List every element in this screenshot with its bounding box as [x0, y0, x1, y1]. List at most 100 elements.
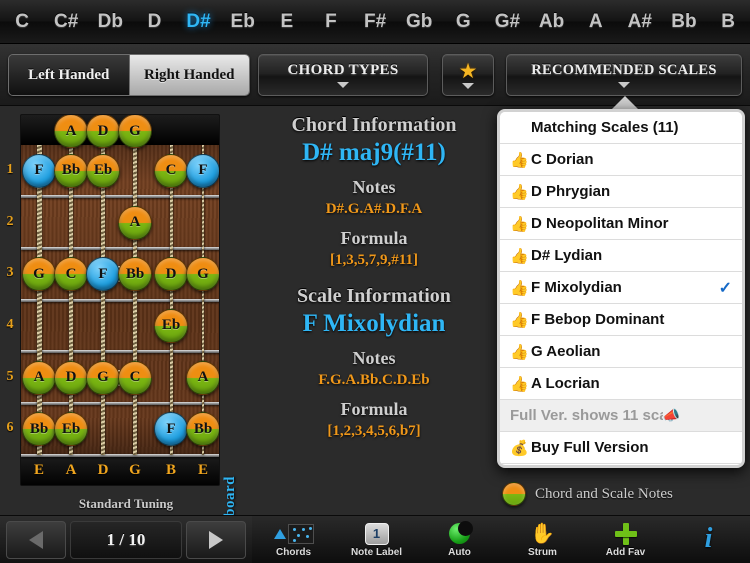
note-button-Bb[interactable]: Bb: [662, 0, 706, 44]
fret-note-marker[interactable]: Eb: [154, 308, 188, 343]
thumbs-up-icon: 👍: [510, 311, 529, 329]
scale-list-item[interactable]: 👍 G Aeolian: [500, 336, 742, 368]
fret-note-marker[interactable]: Bb: [22, 412, 56, 447]
fret-note-marker[interactable]: Eb: [86, 153, 120, 188]
note-selector-bar: C C# Db D D# Eb E F F# Gb G G# Ab A A# Bb B: [0, 0, 750, 44]
tab-label: Strum: [528, 546, 557, 558]
tab-note-label[interactable]: 1 Note Label: [335, 516, 418, 563]
right-handed-option[interactable]: Right Handed: [128, 55, 249, 95]
tab-chords[interactable]: Chords: [252, 516, 335, 563]
fret-note-marker[interactable]: Bb: [186, 412, 219, 447]
money-bag-icon: 💰: [510, 439, 529, 457]
fret-note-marker[interactable]: A: [118, 205, 152, 240]
thumbs-up-icon: 👍: [510, 183, 529, 201]
legend-label: Chord and Scale Notes: [535, 485, 673, 502]
note-button-B[interactable]: B: [706, 0, 750, 44]
chord-formula-label: Formula: [340, 228, 408, 248]
string-label: D: [97, 462, 109, 478]
string-label: A: [65, 462, 77, 478]
fret-note-marker[interactable]: D: [54, 360, 88, 395]
fret-note-marker[interactable]: F: [186, 153, 219, 188]
fret-note-marker[interactable]: C: [118, 360, 152, 395]
buy-full-version-label: Buy Full Version: [531, 439, 649, 456]
note-button-Asharp[interactable]: A#: [618, 0, 662, 44]
fret-note-marker[interactable]: A: [54, 115, 88, 148]
note-button-C[interactable]: C: [0, 0, 44, 44]
fret-note-marker[interactable]: A: [186, 360, 219, 395]
note-button-F[interactable]: F: [309, 0, 353, 44]
fret-note-marker[interactable]: Bb: [118, 257, 152, 292]
fret-note-marker[interactable]: C: [54, 257, 88, 292]
recommended-scales-button[interactable]: RECOMMENDED SCALES: [506, 54, 742, 96]
scale-list-item[interactable]: 👍 D Neopolitan Minor: [500, 208, 742, 240]
left-handed-option[interactable]: Left Handed: [9, 55, 129, 95]
fret-note-marker[interactable]: C: [154, 153, 188, 188]
fret-note-marker[interactable]: D: [86, 115, 120, 148]
note-button-G[interactable]: G: [441, 0, 485, 44]
scale-information-title: Scale Information: [297, 285, 451, 307]
fret-note-marker[interactable]: G: [22, 257, 56, 292]
chord-formula-value: [1,3,5,7,9,#11]: [330, 252, 418, 268]
fret-note-marker[interactable]: Bb: [54, 153, 88, 188]
guitar-string: [201, 145, 205, 455]
handedness-toggle[interactable]: Left Handed Right Handed: [8, 54, 250, 96]
fret-note-marker[interactable]: G: [86, 360, 120, 395]
favorites-button[interactable]: ★: [442, 54, 494, 96]
fretboard-panel: A D G F Bb Eb C F A G C F Bb D G Eb A D G C A Bb Eb F Bb Standar…: [0, 106, 252, 551]
string-label: E: [197, 462, 208, 478]
note-button-Dsharp[interactable]: D#: [177, 0, 221, 44]
tab-add-fav[interactable]: Add Fav: [584, 516, 667, 563]
string-label: B: [165, 462, 176, 478]
scale-list-item[interactable]: 👍 F Mixolydian ✓: [500, 272, 742, 304]
note-button-Gsharp[interactable]: G#: [485, 0, 529, 44]
note-button-D[interactable]: D: [132, 0, 176, 44]
note-button-Eb[interactable]: Eb: [221, 0, 265, 44]
scale-list-item[interactable]: 👍 A Locrian: [500, 368, 742, 400]
fret-note-marker[interactable]: A: [22, 360, 56, 395]
fret-note-marker[interactable]: Eb: [54, 412, 88, 447]
scale-name: F Mixolydian: [302, 310, 446, 337]
scale-list-item[interactable]: 👍 D Phrygian: [500, 176, 742, 208]
legend: Chord and Scale Notes: [502, 477, 748, 511]
chord-notes-label: Notes: [352, 177, 396, 197]
scale-list-item-label: F Bebop Dominant: [531, 311, 665, 328]
scale-list-item[interactable]: 👍 F Bebop Dominant: [500, 304, 742, 336]
note-button-Fsharp[interactable]: F#: [353, 0, 397, 44]
chord-grid-icon: [273, 528, 286, 539]
scale-list-item[interactable]: 👍 C Dorian: [500, 144, 742, 176]
tab-strum[interactable]: ✋ Strum: [501, 516, 584, 563]
note-button-Db[interactable]: Db: [88, 0, 132, 44]
fret-note-marker[interactable]: D: [154, 257, 188, 292]
fretboard[interactable]: A D G F Bb Eb C F A G C F Bb D G Eb A D G C A Bb Eb F Bb: [20, 114, 220, 486]
note-button-A[interactable]: A: [574, 0, 618, 44]
note-button-Ab[interactable]: Ab: [530, 0, 574, 44]
fret-note-marker[interactable]: F: [154, 412, 188, 447]
guitar-string: [68, 145, 74, 455]
fret-note-marker[interactable]: G: [186, 257, 219, 292]
guitar-string: [101, 145, 105, 455]
scale-list-item-label: F Mixolydian: [531, 279, 622, 296]
thumbs-up-icon: 👍: [510, 375, 529, 393]
tab-info[interactable]: i: [667, 516, 750, 563]
popover-header-label: Matching Scales (11): [531, 119, 679, 136]
buy-full-version-button[interactable]: 💰 Buy Full Version: [500, 432, 742, 464]
scale-notes-value: F.G.A.Bb.C.D.Eb: [318, 372, 430, 388]
fret-note-marker[interactable]: F: [22, 153, 56, 188]
upsell-note: Full Ver. shows 11 scales📣: [500, 400, 742, 432]
fret-number: 1: [6, 161, 14, 177]
prev-page-button[interactable]: [6, 520, 66, 559]
fret-wire: [21, 401, 219, 405]
note-button-Gb[interactable]: Gb: [397, 0, 441, 44]
fret-wire: [21, 195, 219, 199]
fret-note-marker[interactable]: F: [86, 257, 120, 292]
tuning-label: Standard Tuning: [78, 496, 174, 511]
chord-types-button[interactable]: CHORD TYPES: [258, 54, 428, 96]
note-button-E[interactable]: E: [265, 0, 309, 44]
note-button-Csharp[interactable]: C#: [44, 0, 88, 44]
fret-note-marker[interactable]: G: [118, 115, 152, 148]
fret-number: 5: [6, 368, 14, 384]
scale-list-item[interactable]: 👍 D# Lydian: [500, 240, 742, 272]
tab-auto[interactable]: Auto: [418, 516, 501, 563]
thumbs-up-icon: 👍: [510, 247, 529, 265]
next-page-button[interactable]: [186, 520, 246, 559]
